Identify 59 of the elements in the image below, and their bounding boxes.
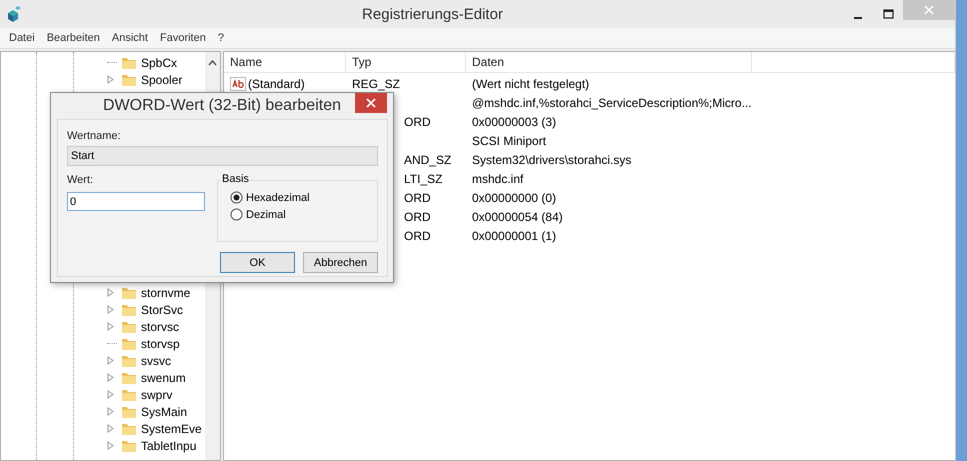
close-icon [366, 98, 376, 108]
tree-item[interactable]: storvsc [139, 320, 180, 334]
tree-item[interactable]: SpbCx [139, 56, 178, 70]
value-data: (Wert nicht festgelegt) [472, 76, 590, 90]
tree-item[interactable]: swenum [139, 370, 186, 384]
value-type: ORD [404, 190, 431, 204]
maximize-icon [882, 9, 894, 19]
value-data: mshdc.inf [472, 172, 524, 186]
value-type: AND_SZ [404, 152, 452, 166]
tree-item[interactable]: swprv [139, 388, 172, 402]
scroll-up-icon[interactable] [208, 60, 217, 66]
field-label: Wert: [67, 174, 94, 186]
menu-item[interactable]: ? [212, 32, 230, 44]
column-header[interactable]: Daten [466, 52, 752, 72]
value-type: ORD [404, 210, 431, 224]
column-header[interactable]: Typ [346, 52, 466, 72]
value-name: (Standard) [248, 76, 305, 90]
string-value-icon [230, 76, 246, 90]
field-label: Wertname: [67, 130, 121, 142]
minimize-icon [854, 17, 862, 19]
registry-cubes-icon [6, 6, 22, 22]
value-data: 0x00000003 (3) [472, 114, 556, 128]
dialog-button[interactable]: Abbrechen [303, 252, 378, 273]
radio-option[interactable]: Dezimal [230, 208, 377, 221]
value-type: LTI_SZ [404, 172, 442, 186]
dialog-button[interactable]: OK [220, 252, 295, 273]
tree-item[interactable]: storvsp [139, 336, 180, 350]
value-type: REG_SZ [352, 76, 400, 90]
tree-item[interactable]: StorSvc [139, 302, 184, 316]
value-name-field[interactable]: Start [67, 146, 378, 166]
menu-item[interactable]: Datei [3, 32, 41, 44]
tree-item[interactable]: svsvc [139, 354, 171, 368]
value-data: 0x00000001 (1) [472, 228, 556, 242]
radio-icon[interactable] [230, 208, 243, 221]
menu-item[interactable]: Ansicht [106, 32, 154, 44]
tree-item[interactable]: Spooler [139, 72, 182, 86]
value-data: 0x00000000 (0) [472, 190, 556, 204]
radio-icon[interactable] [230, 191, 243, 204]
expand-arrow-icon[interactable] [107, 75, 114, 84]
window-title: Registrierungs-Editor [361, 6, 504, 22]
column-header[interactable]: Name [224, 52, 346, 72]
tree-item[interactable]: SystemEve [139, 422, 202, 436]
value-data: 0x00000054 (84) [472, 210, 563, 224]
dialog-title: DWORD-Wert (32-Bit) bearbeiten [102, 96, 342, 114]
tree-item[interactable]: SysMain [139, 404, 188, 418]
radio-option[interactable]: Hexadezimal [230, 191, 377, 204]
menu-item[interactable]: Bearbeiten [40, 32, 106, 44]
tree-item[interactable]: stornvme [139, 286, 190, 300]
value-type: ORD [404, 114, 431, 128]
value-type: ORD [404, 228, 431, 242]
value-data: @mshdc.inf,%storahci_ServiceDescription%;Micro... [472, 96, 752, 110]
menu-item[interactable]: Favoriten [154, 32, 212, 44]
value-data: SCSI Miniport [472, 134, 546, 148]
close-icon [924, 5, 934, 15]
value-data: System32\drivers\storahci.sys [472, 152, 632, 166]
group-label: Basis [221, 173, 250, 185]
tree-item[interactable]: TabletInpu [139, 438, 196, 452]
value-field[interactable]: 0 [67, 192, 205, 211]
close-button[interactable] [355, 93, 387, 113]
